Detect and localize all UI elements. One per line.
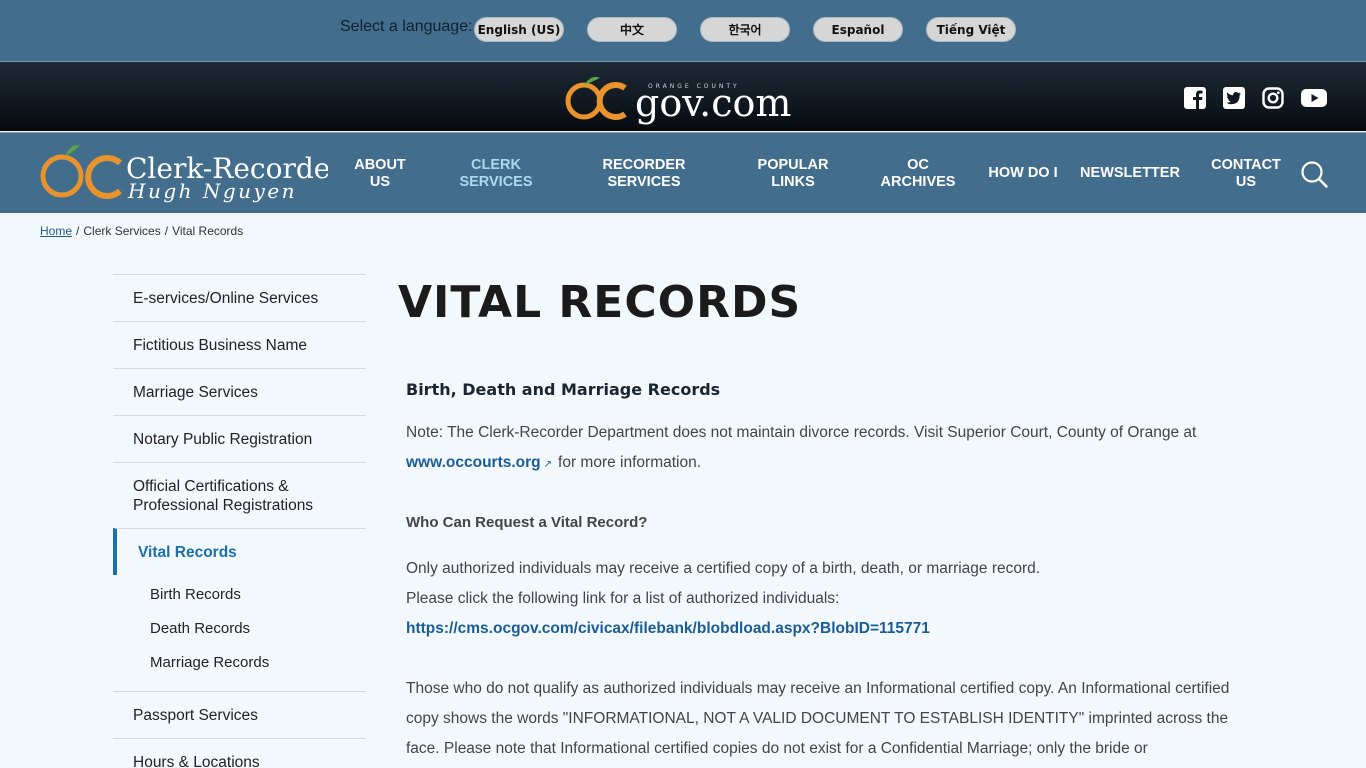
occourts-link[interactable]: www.occourts.org (406, 454, 541, 471)
language-bar: Select a language: English (US) 中文 한국어 E… (0, 0, 1366, 61)
sidebar-item-passport-services[interactable]: Passport Services (113, 691, 366, 738)
ocgov-header: gov.com ORANGE COUNTY (0, 61, 1366, 131)
note-suffix: for more information. (558, 454, 702, 471)
breadcrumb-current: Vital Records (172, 224, 244, 238)
nav-about-us[interactable]: ABOUT US (345, 133, 415, 214)
nav-popular-links[interactable]: POPULAR LINKS (748, 133, 838, 214)
sidebar-item-fictitious-business-name[interactable]: Fictitious Business Name (113, 321, 366, 368)
authorized-individuals-link[interactable]: https://cms.ocgov.com/civicax/filebank/b… (406, 620, 930, 637)
breadcrumb-clerk-services: Clerk Services (83, 224, 161, 238)
language-button-korean[interactable]: 한국어 (700, 17, 790, 42)
external-link-icon: ↗ (543, 459, 553, 470)
nav-clerk-services[interactable]: CLERK SERVICES (450, 133, 542, 214)
authorized-paragraph: Only authorized individuals may receive … (406, 554, 1246, 644)
note-text: Note: The Clerk-Recorder Department does… (406, 424, 1197, 441)
logo-subtitle: Hugh Nguyen (127, 179, 297, 203)
nav-oc-archives[interactable]: OC ARCHIVES (872, 133, 964, 214)
instagram-icon[interactable] (1262, 87, 1284, 109)
nav-newsletter[interactable]: NEWSLETTER (1078, 133, 1182, 214)
sidebar-nav: E-services/Online Services Fictitious Bu… (113, 274, 366, 768)
nav-recorder-services[interactable]: RECORDER SERVICES (590, 133, 698, 214)
language-button-english[interactable]: English (US) (474, 17, 564, 42)
divorce-note: Note: The Clerk-Recorder Department does… (406, 418, 1246, 480)
sidebar-subitem-birth-records[interactable]: Birth Records (113, 578, 366, 612)
section-heading: Birth, Death and Marriage Records (406, 380, 721, 399)
nav-contact-us[interactable]: CONTACT US (1206, 133, 1286, 214)
sidebar-item-marriage-services[interactable]: Marriage Services (113, 368, 366, 415)
language-button-spanish[interactable]: Español (813, 17, 903, 42)
authorized-line-2: Please click the following link for a li… (406, 590, 840, 607)
ocgov-logo[interactable]: gov.com ORANGE COUNTY (562, 68, 804, 128)
nav-how-do-i[interactable]: HOW DO I (988, 133, 1058, 214)
sidebar-subitem-marriage-records[interactable]: Marriage Records (113, 646, 366, 680)
twitter-icon[interactable] (1223, 87, 1245, 109)
youtube-icon[interactable] (1301, 87, 1327, 109)
page-title: VITAL RECORDS (398, 277, 802, 328)
authorized-line-1: Only authorized individuals may receive … (406, 560, 1041, 577)
breadcrumb: Home / Clerk Services / Vital Records (40, 224, 243, 238)
sidebar-item-hours-locations[interactable]: Hours & Locations (113, 738, 366, 768)
sidebar-item-official-certifications[interactable]: Official Certifications & Professional R… (113, 462, 366, 528)
breadcrumb-separator: / (76, 224, 80, 238)
clerk-recorder-logo[interactable]: Clerk-Recorder Hugh Nguyen (38, 137, 328, 207)
main-content: VITAL RECORDS Birth, Death and Marriage … (398, 277, 1258, 758)
sidebar-item-vital-records[interactable]: Vital Records (113, 528, 366, 575)
main-navigation: Clerk-Recorder Hugh Nguyen ABOUT US CLER… (0, 132, 1366, 213)
breadcrumb-home-link[interactable]: Home (40, 224, 72, 238)
language-button-vietnamese[interactable]: Tiếng Việt (926, 17, 1016, 42)
language-label: Select a language: (340, 18, 473, 35)
sidebar-subnav: Birth Records Death Records Marriage Rec… (113, 575, 366, 691)
who-can-request-heading: Who Can Request a Vital Record? (406, 514, 648, 531)
breadcrumb-separator: / (164, 224, 169, 238)
sidebar-item-notary-public[interactable]: Notary Public Registration (113, 415, 366, 462)
search-icon[interactable] (1300, 160, 1328, 188)
ocgov-logo-small: ORANGE COUNTY (648, 83, 740, 90)
facebook-icon[interactable] (1184, 87, 1206, 109)
language-button-chinese[interactable]: 中文 (587, 17, 677, 42)
sidebar-subitem-death-records[interactable]: Death Records (113, 612, 366, 646)
sidebar-item-e-services[interactable]: E-services/Online Services (113, 274, 366, 321)
informational-copy-paragraph: Those who do not qualify as authorized i… (406, 680, 1230, 757)
